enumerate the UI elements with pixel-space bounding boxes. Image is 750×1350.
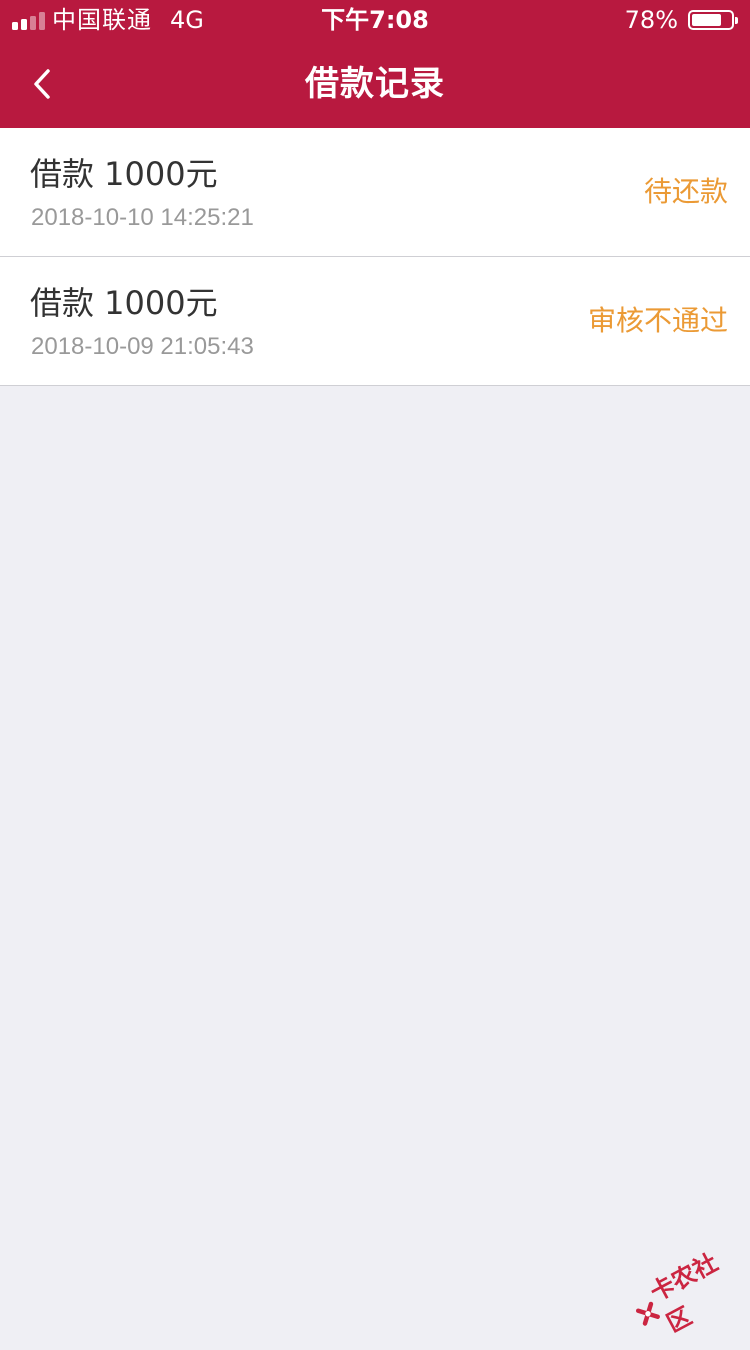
watermark-text: 卡农社区 [645, 1248, 723, 1338]
loan-record-list: 借款 1000元 2018-10-10 14:25:21 待还款 借款 1000… [0, 128, 750, 386]
page-title: 借款记录 [305, 64, 445, 104]
list-item[interactable]: 借款 1000元 2018-10-10 14:25:21 待还款 [0, 128, 750, 257]
status-bar: 中国联通 4G 下午7:08 78% [0, 0, 750, 40]
loan-status: 审核不通过 [587, 304, 728, 337]
loan-amount: 借款 1000元 [30, 284, 218, 322]
watermark: 卡农社区 [627, 1245, 748, 1341]
loan-time: 2018-10-09 21:05:43 [31, 333, 254, 360]
battery-percent: 78% [624, 6, 678, 34]
app-header: 中国联通 4G 下午7:08 78% 借款记录 [0, 0, 750, 128]
navigation-bar: 借款记录 [0, 40, 750, 128]
loan-status: 待还款 [643, 175, 728, 208]
loan-time: 2018-10-10 14:25:21 [31, 204, 254, 231]
battery-icon [688, 10, 738, 30]
list-item[interactable]: 借款 1000元 2018-10-09 21:05:43 审核不通过 [0, 257, 750, 386]
loan-amount: 借款 1000元 [30, 155, 218, 193]
